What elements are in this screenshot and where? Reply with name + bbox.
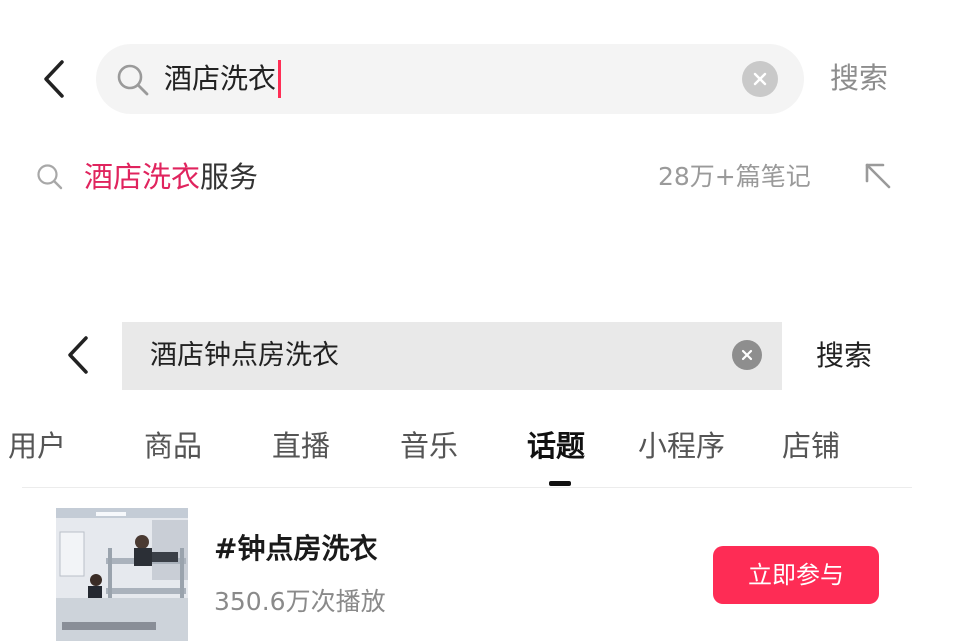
close-icon	[753, 72, 767, 86]
search-field[interactable]: 酒店洗衣	[96, 44, 804, 114]
chevron-left-icon	[44, 60, 64, 98]
tab-music[interactable]: 音乐	[400, 426, 458, 466]
tab-mini-programs[interactable]: 小程序	[638, 426, 725, 466]
text-caret	[278, 60, 282, 98]
tab-topics[interactable]: 话题	[527, 426, 585, 466]
suggestion-count: 28万+篇笔记	[658, 162, 811, 191]
back-button[interactable]	[34, 54, 74, 104]
topic-title[interactable]: #钟点房洗衣	[214, 530, 377, 568]
topic-play-count: 350.6万次播放	[214, 587, 386, 616]
clear-button[interactable]	[742, 61, 778, 97]
search-input[interactable]: 酒店钟点房洗衣	[150, 337, 339, 375]
search-button[interactable]: 搜索	[830, 58, 888, 98]
search-icon	[117, 64, 149, 96]
result-tabs: 用户 商品 直播 音乐 话题 小程序 店铺	[0, 420, 962, 486]
tab-users[interactable]: 用户	[8, 426, 66, 466]
suggestion-text: 酒店洗衣服务	[84, 157, 258, 197]
tab-stores[interactable]: 店铺	[782, 426, 840, 466]
back-button[interactable]	[58, 330, 98, 380]
search-icon	[37, 164, 63, 190]
divider	[22, 487, 912, 488]
close-icon	[741, 349, 753, 361]
topic-thumbnail[interactable]	[56, 508, 188, 641]
suggestion-highlight: 酒店洗衣	[84, 160, 201, 194]
suggestion-rest: 服务	[200, 160, 259, 194]
search-query-text: 酒店洗衣	[164, 62, 277, 95]
fill-query-arrow-icon[interactable]	[862, 160, 894, 192]
tab-products[interactable]: 商品	[144, 426, 202, 466]
room-scene-image	[56, 508, 188, 641]
clear-button[interactable]	[732, 340, 762, 370]
search-input[interactable]: 酒店洗衣	[164, 60, 282, 98]
tab-live[interactable]: 直播	[272, 426, 330, 466]
search-button[interactable]: 搜索	[816, 336, 872, 376]
search-field[interactable]: 酒店钟点房洗衣	[122, 322, 782, 390]
suggestion-item[interactable]: 酒店洗衣服务 28万+篇笔记	[30, 150, 910, 204]
join-button[interactable]: 立即参与	[713, 546, 879, 604]
chevron-left-icon	[68, 336, 88, 374]
active-tab-indicator	[549, 481, 571, 486]
